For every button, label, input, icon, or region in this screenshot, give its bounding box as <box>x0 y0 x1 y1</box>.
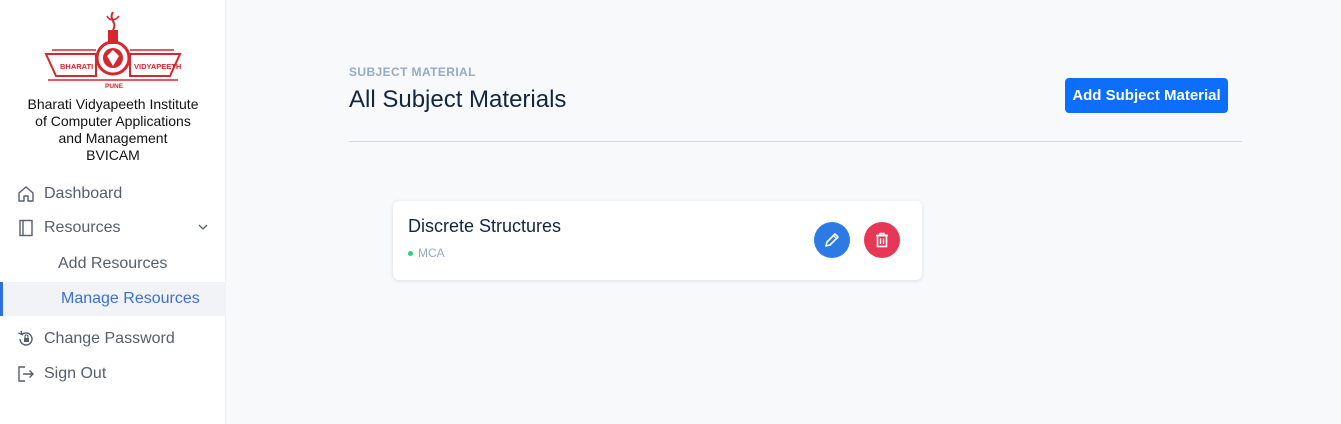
edit-button[interactable] <box>814 222 850 258</box>
chevron-down-icon[interactable] <box>196 220 210 234</box>
subject-material-card: Discrete Structures MCA <box>393 201 922 280</box>
delete-button[interactable] <box>864 222 900 258</box>
page-title: All Subject Materials <box>349 86 567 113</box>
pencil-icon <box>825 233 839 247</box>
sidebar: BHARATI VIDYAPEETH PUNE Bharati Vidyapee… <box>0 0 226 424</box>
sign-out-icon <box>17 365 35 383</box>
lock-reset-icon <box>17 330 35 348</box>
add-subject-material-button[interactable]: Add Subject Material <box>1065 78 1228 113</box>
nav-sign-out-label: Sign Out <box>44 365 107 382</box>
nav-dashboard-label: Dashboard <box>44 185 123 202</box>
book-icon <box>17 219 35 237</box>
subject-name: Discrete Structures <box>408 216 562 236</box>
trash-icon <box>876 232 888 248</box>
status-dot <box>408 250 413 256</box>
institute-name-line: and Management <box>58 130 168 146</box>
institute-name-line: Bharati Vidyapeeth Institute <box>27 96 199 112</box>
nav-change-password[interactable]: Change Password <box>0 322 226 356</box>
institute-name-line: of Computer Applications <box>35 113 191 129</box>
page-pretitle: SUBJECT MATERIAL <box>349 65 476 79</box>
svg-text:BHARATI: BHARATI <box>60 62 93 71</box>
nav-resources-label: Resources <box>44 219 121 236</box>
nav-change-password-label: Change Password <box>44 330 175 347</box>
nav-dashboard[interactable]: Dashboard <box>0 177 226 211</box>
nav-add-resources[interactable]: Add Resources <box>0 247 226 281</box>
institute-logo: BHARATI VIDYAPEETH PUNE <box>44 11 182 90</box>
nav-manage-resources[interactable]: Manage Resources <box>0 282 226 316</box>
nav-sign-out[interactable]: Sign Out <box>0 357 226 391</box>
nav-resources[interactable]: Resources <box>0 211 226 245</box>
institute-name-line: BVICAM <box>86 147 140 163</box>
svg-text:PUNE: PUNE <box>105 83 124 90</box>
svg-text:VIDYAPEETH: VIDYAPEETH <box>134 62 181 71</box>
course-tag: MCA <box>408 246 445 260</box>
institute-name: Bharati Vidyapeeth Institute of Computer… <box>0 96 226 164</box>
header-divider <box>349 141 1242 142</box>
home-icon <box>17 185 35 203</box>
course-name: MCA <box>418 246 445 260</box>
nav-manage-resources-label: Manage Resources <box>61 290 200 307</box>
nav-add-resources-label: Add Resources <box>58 255 168 272</box>
